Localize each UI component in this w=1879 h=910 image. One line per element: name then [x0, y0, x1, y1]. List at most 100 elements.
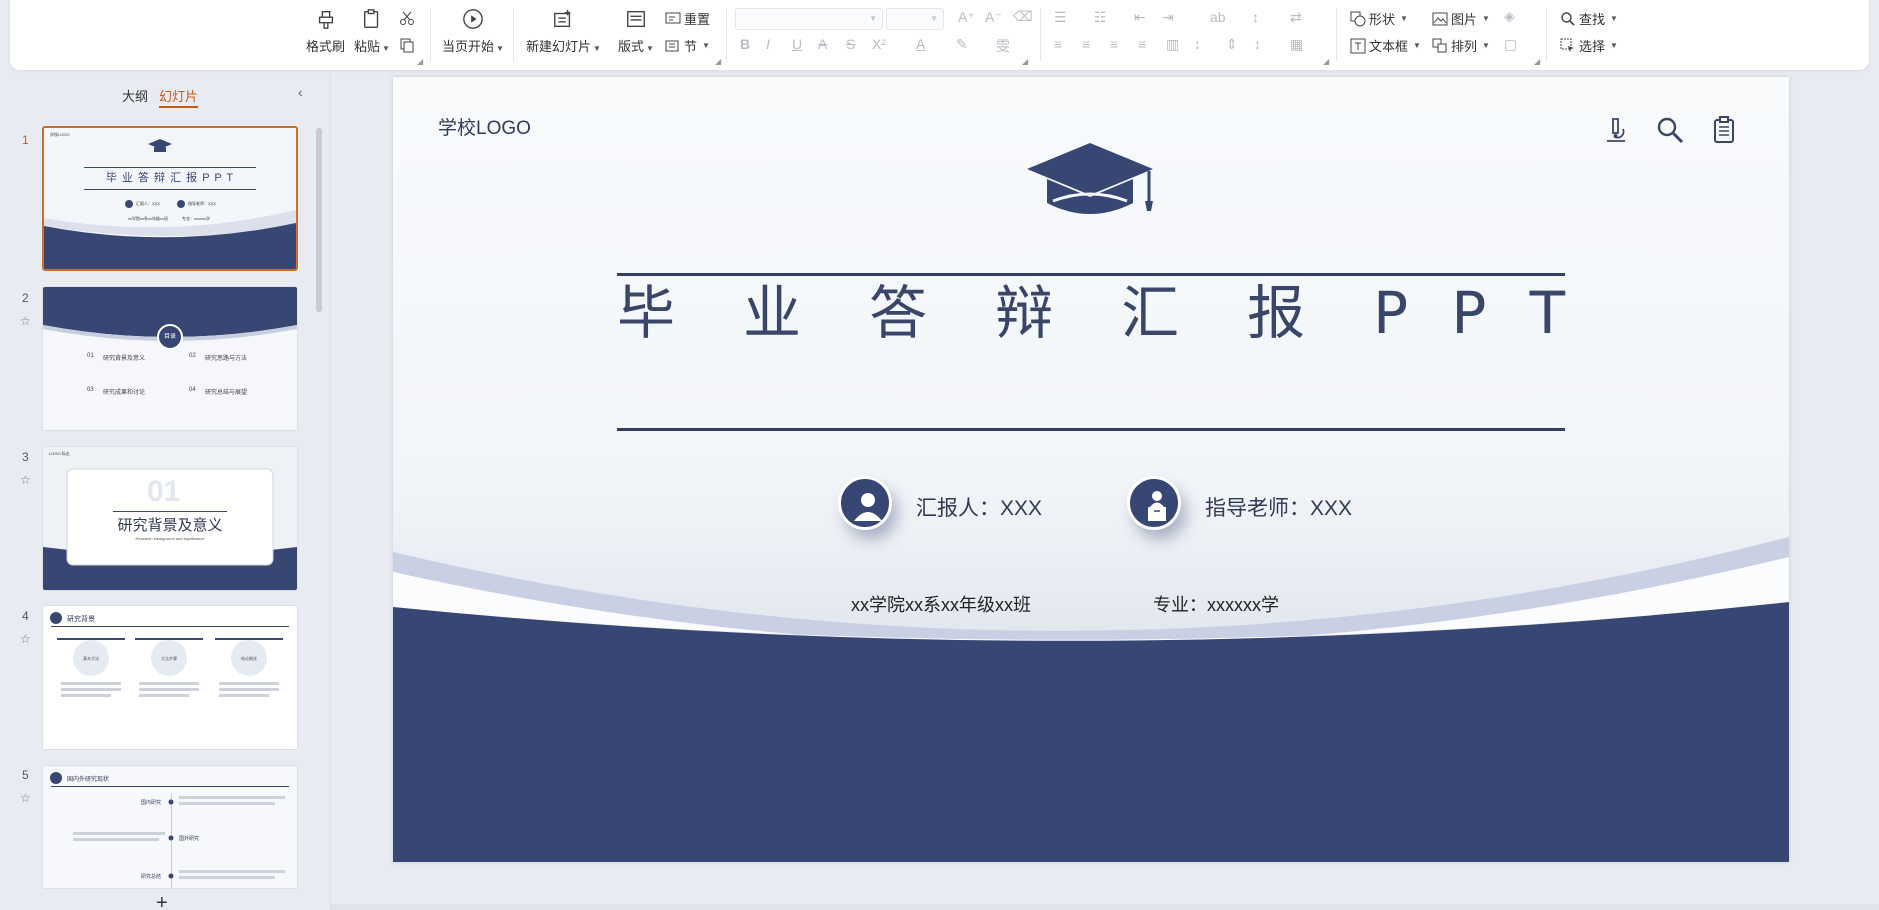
textbox-icon: [1350, 38, 1366, 53]
find-icon: [1561, 11, 1575, 26]
ribbon-toolbar: 格式刷 粘贴 ▼ ◢ 当页开始 ▼ 新建幻灯片 ▼ 版式 ▼ 重置 节 ▼ ◢ ▼ ▼ A…: [10, 0, 1869, 70]
increase-indent-icon[interactable]: ⇥: [1162, 9, 1174, 26]
shadow-text-icon[interactable]: S: [846, 36, 855, 52]
format-painter-button[interactable]: 格式刷: [306, 8, 345, 55]
panel-scrollbar[interactable]: [316, 128, 322, 312]
reset-button[interactable]: 重置: [665, 9, 710, 28]
major-text[interactable]: 专业：xxxxxx学: [1153, 591, 1279, 617]
text-direction-icon[interactable]: ab: [1210, 9, 1226, 25]
bullets-icon[interactable]: ☰: [1054, 9, 1067, 26]
find-button[interactable]: 查找 ▼: [1560, 9, 1618, 28]
decrease-font-icon[interactable]: A⁻: [985, 9, 1002, 26]
slide-number: 1: [22, 133, 29, 147]
clipboard-icon[interactable]: [1709, 115, 1739, 145]
advisor-avatar[interactable]: [1127, 476, 1181, 530]
strikethrough-icon[interactable]: A: [818, 36, 827, 52]
reporter-text[interactable]: 汇报人：XXX: [916, 492, 1042, 522]
select-button[interactable]: 选择 ▼: [1560, 36, 1618, 55]
star-icon[interactable]: ☆: [20, 473, 31, 487]
shape-icon: [1350, 11, 1366, 26]
thumb-1-dept: xx学院xx系xx年级xx班: [128, 216, 168, 221]
align-right-icon[interactable]: ≡: [1110, 36, 1118, 52]
section-button[interactable]: 节 ▼: [665, 36, 710, 55]
numbering-icon[interactable]: ☷: [1094, 9, 1107, 26]
thumb-4-col: 方法步骤: [161, 656, 177, 661]
clipboard-group-expand-icon[interactable]: ◢: [417, 57, 423, 66]
slide-number: 3: [22, 450, 29, 464]
font-family-combo[interactable]: ▼: [735, 8, 883, 30]
star-icon[interactable]: ☆: [20, 632, 31, 646]
slide-thumbnail-3[interactable]: LOGO 标志 01 研究背景及意义 Research background a…: [42, 446, 298, 591]
drawing-group-expand-icon[interactable]: ◢: [1534, 57, 1540, 66]
clear-format-icon[interactable]: ⌫: [1013, 8, 1033, 25]
convert-icon[interactable]: ⇄: [1290, 9, 1302, 26]
spacing-menu-icon[interactable]: ↕: [1254, 36, 1261, 52]
advisor-text[interactable]: 指导老师：XXX: [1205, 492, 1352, 522]
arrange-button[interactable]: 排列 ▼: [1432, 36, 1490, 55]
layout-button[interactable]: 版式 ▼: [618, 8, 654, 55]
slide-title[interactable]: 毕 业 答 辩 汇 报 P P T: [617, 278, 1565, 348]
slide-canvas[interactable]: 学校LOGO 毕 业 答 辩 汇 报 P P T 汇报人：XXX 指导老师：XX…: [393, 77, 1789, 862]
picture-button[interactable]: 图片 ▼: [1432, 9, 1490, 28]
star-icon[interactable]: ☆: [20, 791, 31, 805]
font-group-expand-icon[interactable]: ◢: [1022, 57, 1028, 66]
superscript-icon[interactable]: X²: [872, 36, 886, 52]
columns-icon[interactable]: ▦: [1290, 36, 1303, 53]
search-icon[interactable]: [1655, 115, 1685, 145]
slide-number: 2: [22, 291, 29, 305]
align-left-icon[interactable]: ≡: [1054, 36, 1062, 52]
thumb-4-col: 基本方法: [83, 656, 99, 661]
play-from-current-button[interactable]: 当页开始 ▼: [442, 8, 504, 55]
slide-thumbnail-1[interactable]: 学校LOGO 毕 业 答 辩 汇 报 P P T 汇报人：XXX 指导老师：XX…: [42, 126, 298, 271]
slide-thumbnail-5[interactable]: 国内外研究现状 国内研究 国外研究 研究总结: [42, 765, 298, 889]
school-logo-text[interactable]: 学校LOGO: [438, 113, 531, 140]
italic-icon[interactable]: I: [766, 36, 770, 52]
font-color-icon[interactable]: A: [916, 36, 925, 52]
slide-thumbnail-2[interactable]: 目录 01 研究背景及意义 02 研究思路与方法 03 研究成果和讨论 04 研…: [42, 286, 298, 431]
tab-outline[interactable]: 大纲: [122, 86, 148, 105]
new-slide-icon: [554, 9, 571, 28]
distribute-icon[interactable]: ▥: [1166, 36, 1179, 53]
underline-icon[interactable]: U: [792, 36, 802, 52]
slide-number: 4: [22, 609, 29, 623]
copy-icon[interactable]: [399, 37, 415, 53]
cut-icon[interactable]: [399, 10, 415, 26]
tab-slides[interactable]: 幻灯片: [159, 86, 199, 108]
new-slide-button[interactable]: 新建幻灯片 ▼: [526, 8, 601, 55]
paste-icon: [363, 9, 379, 28]
section-icon: [665, 40, 679, 51]
thumb-4-col: 结论概述: [241, 656, 257, 661]
thumb-1-major: 专业：xxxxxx学: [182, 216, 210, 221]
thumb-5-row: 研究总结: [141, 874, 162, 880]
department-text[interactable]: xx学院xx系xx年级xx班: [851, 591, 1031, 617]
star-icon[interactable]: ☆: [20, 314, 31, 328]
highlight-icon[interactable]: ✎: [956, 36, 968, 53]
slide-thumbnail-4[interactable]: 研究背景 基本方法 方法步骤 结论概述: [42, 605, 298, 750]
textbox-button[interactable]: 文本框 ▼: [1350, 36, 1421, 55]
add-slide-icon[interactable]: +: [156, 892, 168, 910]
slide-number: 5: [22, 768, 29, 782]
reporter-avatar[interactable]: [838, 476, 892, 530]
format-painter-icon: [318, 10, 333, 29]
justify-icon[interactable]: ≡: [1138, 36, 1146, 52]
font-size-combo[interactable]: ▼: [886, 8, 944, 30]
fill-color-icon[interactable]: ◈: [1504, 8, 1515, 25]
decrease-indent-icon[interactable]: ⇤: [1134, 9, 1146, 26]
collapse-panel-icon[interactable]: ‹: [298, 84, 303, 100]
paste-button[interactable]: 粘贴 ▼: [354, 8, 390, 55]
increase-font-icon[interactable]: A⁺: [958, 9, 975, 26]
bold-icon[interactable]: B: [740, 36, 750, 52]
shape-button[interactable]: 形状 ▼: [1350, 9, 1408, 28]
microscope-icon[interactable]: [1601, 115, 1631, 145]
sort-icon[interactable]: ↕: [1252, 9, 1259, 25]
slides-group-expand-icon[interactable]: ◢: [715, 57, 721, 66]
outline-icon[interactable]: ▢: [1504, 36, 1517, 53]
align-center-icon[interactable]: ≡: [1082, 36, 1090, 52]
paragraph-spacing-icon[interactable]: ⇕: [1226, 36, 1238, 53]
phonetic-icon[interactable]: 雯: [996, 36, 1010, 56]
paragraph-group-expand-icon[interactable]: ◢: [1323, 57, 1329, 66]
podium-speaker-icon: [1148, 491, 1166, 521]
graduation-cap-icon[interactable]: [1025, 139, 1155, 229]
line-spacing-icon[interactable]: ↕: [1194, 36, 1201, 52]
thumb-5-title: 国内外研究现状: [67, 777, 110, 783]
